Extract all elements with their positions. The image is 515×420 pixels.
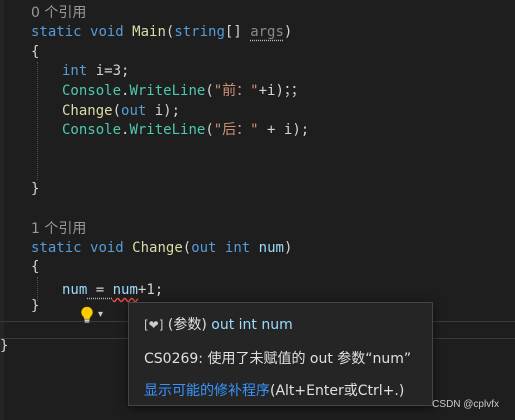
codelens-references[interactable]: 1 个引用: [31, 220, 86, 239]
code-line: int i=3;: [62, 62, 129, 81]
punctuation: (: [112, 103, 122, 119]
keyword: int: [224, 240, 251, 256]
fix-shortcut: (Alt+Enter或Ctrl+.): [270, 383, 405, 399]
editor-gutter: [0, 0, 4, 420]
param-name: num: [258, 240, 284, 256]
keyword: string: [174, 24, 225, 40]
code-text: =: [87, 282, 113, 298]
code-text: i=3;: [87, 63, 130, 79]
lightbulb-icon: [79, 306, 95, 323]
fix-suggestion: 显示可能的修补程序(Alt+Enter或Ctrl+.): [144, 380, 404, 400]
indent-guide: [37, 62, 38, 180]
keyword: out: [121, 103, 147, 119]
code-line: }: [31, 181, 40, 197]
symbol-kind: (参数): [167, 317, 207, 333]
hover-tooltip: [❤] (参数) out int num CS0269: 使用了未赋值的 out…: [128, 302, 433, 406]
punctuation: (: [205, 83, 214, 99]
code-text: + i);: [258, 122, 310, 138]
code-line: }: [31, 298, 40, 314]
method-name: WriteLine: [129, 122, 206, 138]
method-name: Change: [62, 103, 113, 119]
error-squiggle[interactable]: num: [113, 282, 138, 298]
code-line: {: [31, 259, 40, 275]
code-line: }: [0, 338, 9, 354]
punctuation: ): [283, 240, 293, 256]
punctuation: []: [224, 24, 242, 40]
keyword: void: [90, 24, 124, 40]
keyword: static: [31, 24, 82, 40]
chevron-down-icon[interactable]: ▾: [98, 309, 103, 320]
keyword: void: [90, 240, 124, 256]
code-text: i);: [146, 103, 181, 119]
symbol-info: [❤] (参数) out int num: [144, 314, 293, 334]
code-line: {: [31, 44, 40, 60]
string-literal: "后：": [213, 122, 259, 138]
watermark: CSDN @cplvfx: [432, 399, 499, 410]
unused-param: args: [250, 24, 284, 40]
quick-actions-button[interactable]: ▾: [76, 302, 119, 326]
method-name: WriteLine: [129, 83, 206, 99]
code-line: Change(out i);: [62, 102, 180, 121]
punctuation: ): [283, 24, 293, 40]
type-name: Console: [62, 83, 122, 99]
code-text: +i)；；: [258, 83, 305, 99]
code-line: num = num+1;: [62, 281, 163, 300]
codelens-references[interactable]: 0 个引用: [31, 4, 86, 23]
code-line: Console.WriteLine("后：" + i);: [62, 121, 309, 140]
main-method-signature: static void Main(string[] args): [31, 23, 292, 42]
keyword: static: [31, 240, 82, 256]
string-literal: "前：": [213, 83, 259, 99]
keyword: out: [191, 240, 217, 256]
punctuation: (: [205, 122, 214, 138]
code-line: Console.WriteLine("前："+i)；；: [62, 82, 305, 101]
code-editor[interactable]: 0 个引用 static void Main(string[] args) { …: [0, 0, 515, 420]
change-method-signature: static void Change(out int num): [31, 239, 292, 258]
method-name: Change: [132, 240, 183, 256]
parameter-icon: [❤]: [144, 318, 164, 332]
error-message: CS0269: 使用了未赋值的 out 参数“num”: [144, 351, 412, 367]
code-text: +1;: [137, 282, 164, 298]
show-fixes-link[interactable]: 显示可能的修补程序: [144, 383, 270, 399]
keyword: int: [62, 63, 88, 79]
method-name: Main: [132, 24, 166, 40]
param-name: num: [62, 282, 88, 298]
type-name: Console: [62, 122, 122, 138]
symbol-signature[interactable]: out int num: [211, 317, 292, 333]
punctuation: (: [182, 240, 192, 256]
